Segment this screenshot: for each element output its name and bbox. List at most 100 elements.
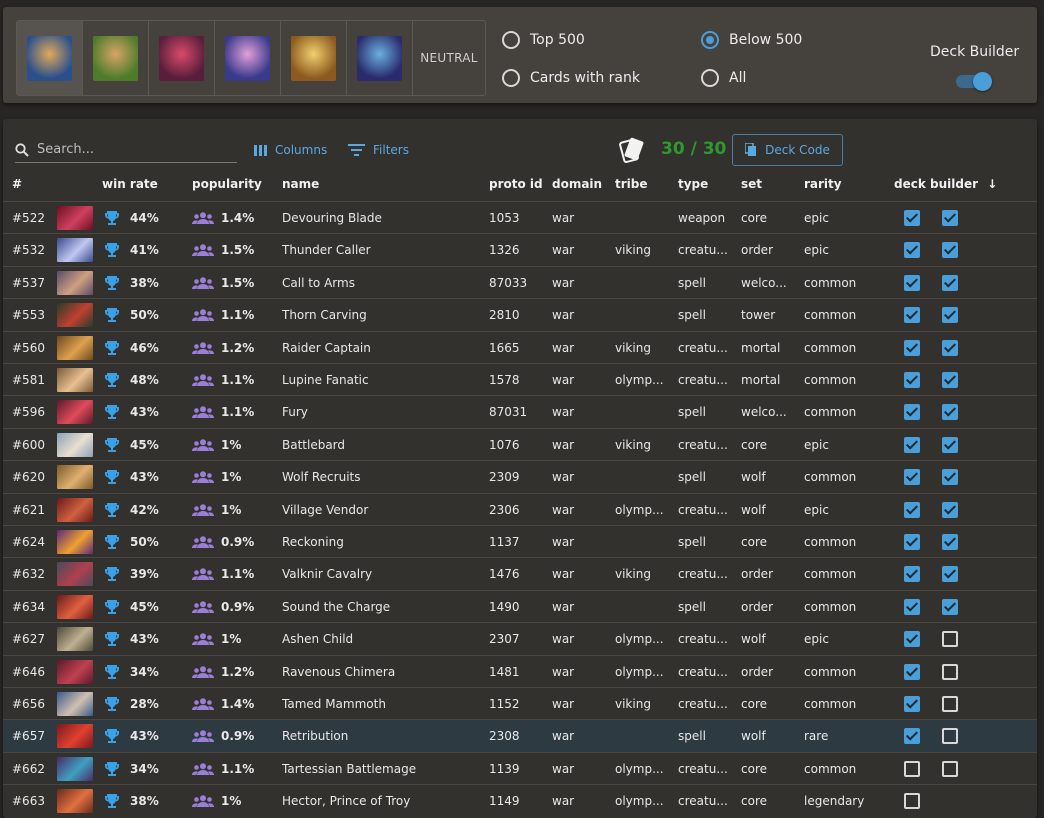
table-row[interactable]: #656 Tamed Mammoth 1152 war viking creatu... c… (3, 687, 1037, 720)
trophy-icon (104, 728, 120, 747)
deck-checkbox-2[interactable] (942, 566, 958, 583)
name-cell: Thunder Caller (282, 243, 371, 258)
radio-top-500[interactable]: Top 500 (502, 31, 585, 49)
radio-label: Cards with rank (530, 70, 640, 86)
name-cell: Lupine Fanatic (282, 373, 369, 387)
filters-button[interactable]: Filters (348, 143, 409, 157)
deck-checkbox-2[interactable] (942, 339, 958, 356)
people-icon (192, 406, 214, 421)
deck-checkbox-1[interactable] (904, 696, 920, 712)
deck-checkbox-1[interactable] (904, 339, 920, 356)
deck-checkbox-1[interactable] (904, 469, 920, 486)
deck-checkbox-1[interactable] (904, 534, 920, 550)
column-header-tribe[interactable]: tribe (615, 177, 648, 191)
column-header-domain[interactable]: domain (552, 177, 602, 191)
deck-checkbox-1[interactable] (904, 372, 920, 388)
column-header-type[interactable]: type (678, 177, 708, 191)
deck-checkbox-2[interactable] (942, 404, 958, 421)
table-row[interactable]: #600 Battlebard 1076 war viking creatu... core… (3, 427, 1037, 461)
table-row[interactable]: #620 Wolf Recruits 2309 war spell wolf common 4… (3, 460, 1037, 493)
deck-checkbox-1[interactable] (904, 728, 920, 745)
deck-checkbox-1[interactable] (904, 242, 920, 259)
deck-checkbox-2[interactable] (942, 760, 958, 777)
neutral-filter-button[interactable]: NEUTRAL (413, 21, 485, 95)
table-row[interactable]: #657 Retribution 2308 war spell wolf rare 43% 0.… (3, 719, 1037, 753)
table-row[interactable]: #632 Valknir Cavalry 1476 war viking creatu..… (3, 557, 1037, 590)
table-row[interactable]: #537 Call to Arms 87033 war spell welco... com… (3, 265, 1037, 299)
trophy-icon (104, 502, 120, 521)
deck-checkbox-2[interactable] (942, 436, 958, 453)
deck-checkbox-1[interactable] (904, 631, 920, 648)
radio-all[interactable]: All (701, 69, 746, 87)
god-filter-god-5[interactable] (281, 21, 347, 95)
columns-button[interactable]: Columns (254, 143, 327, 157)
table-row[interactable]: #553 Thorn Carving 2810 war spell tower common… (3, 298, 1037, 331)
deck-checkbox-1[interactable] (904, 307, 920, 324)
deck-checkbox-1[interactable] (904, 663, 920, 680)
trophy-icon (104, 340, 120, 359)
deck-checkbox-1[interactable] (904, 760, 920, 777)
table-row[interactable]: #624 Reckoning 1137 war spell core common 50% 0.… (3, 525, 1037, 558)
type-cell: creatu... (678, 340, 728, 355)
table-row[interactable]: #596 Fury 87031 war spell welco... common 43% 1.… (3, 395, 1037, 428)
deck-checkbox-2[interactable] (942, 663, 958, 680)
deck-checkbox-1[interactable] (904, 793, 920, 810)
deck-checkbox-1[interactable] (904, 210, 920, 226)
deck-checkbox-2[interactable] (942, 534, 958, 550)
domain-cell: war (552, 502, 575, 517)
table-row[interactable]: #522 Devouring Blade 1053 war weapon core epic… (3, 201, 1037, 234)
god-filter-god-6[interactable] (347, 21, 413, 95)
radio-below-500[interactable]: Below 500 (701, 31, 802, 49)
deck-checkbox-2[interactable] (942, 631, 958, 648)
deck-checkbox-1[interactable] (904, 566, 920, 583)
god-portrait-icon (93, 35, 138, 81)
column-header-rarity[interactable]: rarity (804, 177, 842, 191)
god-filter-god-2[interactable] (83, 21, 149, 95)
deck-checkbox-1[interactable] (904, 404, 920, 421)
deck-builder-toggle[interactable] (956, 71, 992, 91)
table-row[interactable]: #634 Sound the Charge 1490 war spell order com… (3, 589, 1037, 623)
column-header-popularity[interactable]: popularity (192, 177, 262, 191)
deck-checkbox-2[interactable] (942, 242, 958, 259)
trophy-icon (104, 404, 120, 423)
proto-id-cell: 2810 (489, 308, 520, 323)
table-row[interactable]: #663 Hector, Prince of Troy 1149 war olymp..… (3, 784, 1037, 817)
god-filter-god-4[interactable] (215, 21, 281, 95)
table-row[interactable]: #646 Ravenous Chimera 1481 war olymp... creat… (3, 654, 1037, 688)
deck-checkbox-1[interactable] (904, 598, 920, 615)
table-row[interactable]: #560 Raider Captain 1665 war viking creatu...… (3, 330, 1037, 364)
column-header-deck-builder[interactable]: deck builder ↓ (894, 177, 997, 191)
deck-code-button[interactable]: Deck Code (732, 134, 843, 166)
deck-checkbox-2[interactable] (942, 210, 958, 226)
table-row[interactable]: #581 Lupine Fanatic 1578 war olymp... creatu.… (3, 363, 1037, 396)
deck-checkbox-1[interactable] (904, 274, 920, 291)
column-header-name[interactable]: name (282, 177, 319, 191)
search-input[interactable] (37, 142, 227, 157)
table-row[interactable]: #662 Tartessian Battlemage 1139 war olymp...… (3, 751, 1037, 785)
deck-checkbox-2[interactable] (942, 728, 958, 745)
god-filter-god-1[interactable] (17, 21, 83, 95)
column-header-proto-id[interactable]: proto id (489, 177, 543, 191)
tribe-cell: olymp... (615, 664, 664, 679)
deck-checkbox-2[interactable] (942, 307, 958, 324)
search-box[interactable] (15, 137, 237, 163)
table-row[interactable]: #532 Thunder Caller 1326 war viking creatu...… (3, 233, 1037, 266)
radio-cards-with-rank[interactable]: Cards with rank (502, 69, 640, 87)
god-filter-god-3[interactable] (149, 21, 215, 95)
deck-checkbox-1[interactable] (904, 436, 920, 453)
deck-checkbox-2[interactable] (942, 501, 958, 518)
column-header-win-rate[interactable]: win rate (102, 177, 158, 191)
deck-checkbox-2[interactable] (942, 372, 958, 388)
deck-checkbox-2[interactable] (942, 598, 958, 615)
deck-checkbox-2[interactable] (942, 696, 958, 712)
column-header-set[interactable]: set (741, 177, 762, 191)
deck-checkbox-2[interactable] (942, 469, 958, 486)
set-cell: core (741, 761, 767, 776)
trophy-icon (104, 210, 120, 229)
table-row[interactable]: #621 Village Vendor 2306 war olymp... creatu.… (3, 492, 1037, 526)
deck-checkbox-1[interactable] (904, 501, 920, 518)
table-row[interactable]: #627 Ashen Child 2307 war olymp... creatu... w… (3, 622, 1037, 655)
column-header-rank[interactable]: # (12, 177, 22, 191)
trophy-icon (104, 275, 120, 294)
deck-checkbox-2[interactable] (942, 274, 958, 291)
